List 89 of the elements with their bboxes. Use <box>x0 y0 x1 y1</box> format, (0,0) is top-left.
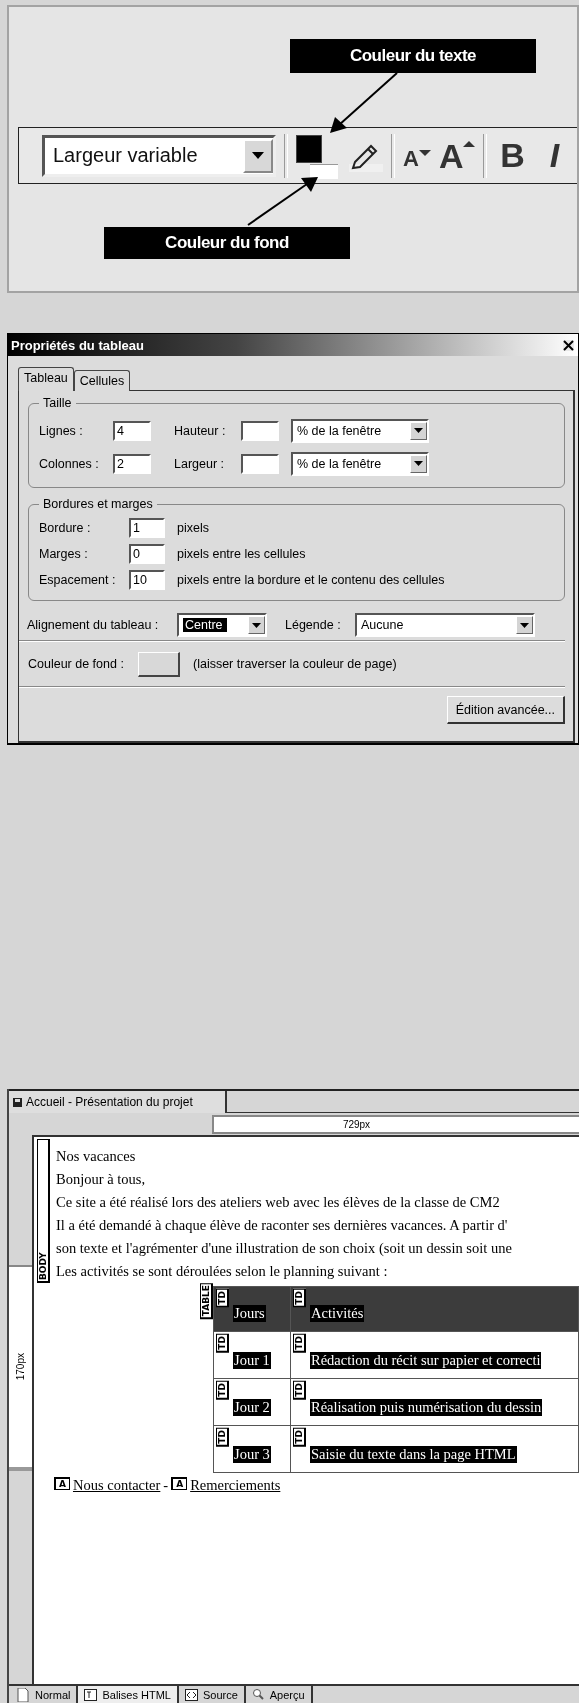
page-text: son texte et l'agrémenter d'une illustration de son choix (soit un dessin soit une <box>56 1239 512 1258</box>
field-label: Largeur : <box>174 456 225 471</box>
page-icon <box>17 1687 30 1702</box>
triangle-down-icon <box>418 149 431 156</box>
callout-label: Couleur du texte <box>290 39 536 73</box>
magnifier-icon <box>251 1687 265 1702</box>
field-label: Colonnes : <box>39 456 99 471</box>
input-field[interactable]: 2 <box>113 453 151 474</box>
italic-button[interactable]: I <box>537 136 572 175</box>
caret-icon <box>520 622 529 628</box>
input-field[interactable]: 0 <box>129 544 165 564</box>
page-text: Nos vacances <box>56 1147 137 1166</box>
tag-label[interactable]: TD <box>293 1334 306 1353</box>
input-field[interactable] <box>241 420 279 441</box>
document-tab[interactable]: Accueil - Présentation du projet <box>9 1091 227 1113</box>
text-color-swatch[interactable] <box>296 134 322 163</box>
tag-label[interactable]: A <box>54 1477 70 1490</box>
tab[interactable]: Cellules <box>73 370 131 391</box>
view-tab[interactable]: Balises HTML <box>78 1686 179 1703</box>
cell-text: Saisie du texte dans la page HTML <box>310 1446 517 1463</box>
triangle-up-icon <box>463 140 476 147</box>
caret-icon <box>252 152 264 159</box>
tag-label[interactable]: A <box>171 1477 188 1490</box>
page-text: Bonjour à tous, <box>56 1170 146 1189</box>
caret-icon <box>252 622 261 628</box>
link[interactable]: Remerciements <box>190 1477 281 1494</box>
width-ruler: 729px <box>212 1114 579 1134</box>
field-note: pixels entre la bordure et le contenu des cellules <box>177 573 445 587</box>
tag-label[interactable]: TD <box>216 1334 229 1353</box>
background-color-swatch[interactable] <box>310 163 338 179</box>
cell-text: Réalisation puis numérisation du dessin <box>310 1399 543 1416</box>
tag-label[interactable]: TD <box>216 1428 229 1447</box>
code-icon <box>184 1687 198 1702</box>
close-icon[interactable] <box>563 339 574 351</box>
group-title: Bordures et marges <box>42 497 154 511</box>
tag-label[interactable]: TD <box>216 1381 229 1400</box>
field-note: pixels entre les cellules <box>177 547 306 561</box>
input-field[interactable]: 10 <box>129 570 165 590</box>
dropdown[interactable]: Aucune <box>355 613 535 637</box>
field-label: Alignement du tableau : <box>27 618 159 632</box>
input-field[interactable] <box>241 453 279 474</box>
tab[interactable]: Tableau <box>18 367 74 391</box>
field-label: Légende : <box>285 618 341 632</box>
tag-label[interactable]: TD <box>216 1289 229 1308</box>
advanced-edit-button[interactable]: Édition avancée... <box>446 696 565 724</box>
field-label: Hauteur : <box>174 423 226 438</box>
tag-label[interactable]: BODY <box>37 1139 50 1283</box>
floppy-icon <box>13 1097 22 1107</box>
tag-label[interactable]: TD <box>293 1428 306 1447</box>
color-button[interactable] <box>138 651 180 677</box>
callout-label: Couleur du fond <box>104 227 350 259</box>
cell-text: Activités <box>310 1305 365 1322</box>
increase-font-size-button[interactable]: A <box>438 138 476 173</box>
height-ruler: 170px <box>9 1265 32 1471</box>
field-note: pixels <box>177 521 209 535</box>
field-label: Couleur de fond : <box>28 657 124 671</box>
cell-text: Jour 3 <box>233 1446 271 1463</box>
field-note: (laisser traverser la couleur de page) <box>193 657 397 671</box>
font-select[interactable]: Largeur variable <box>42 134 276 177</box>
field-label: Marges : <box>39 547 88 561</box>
caret-icon <box>414 428 423 433</box>
cell-text: Jour 2 <box>233 1399 271 1416</box>
input-field[interactable]: 1 <box>129 518 165 538</box>
field-label: Bordure : <box>39 521 91 535</box>
field-label: Lignes : <box>39 423 83 438</box>
dialog-title: Propriétés du tableau <box>11 337 144 353</box>
page-text: Ce site a été réalisé lors des ateliers web avec les élèves de la classe de CM2 <box>56 1193 501 1212</box>
dropdown[interactable]: Centre <box>177 613 267 637</box>
tag-label[interactable]: TD <box>293 1381 306 1400</box>
group-title: Taille <box>42 396 73 410</box>
dropdown[interactable]: % de la fenêtre <box>291 451 429 476</box>
cell-text: Jours <box>233 1305 266 1322</box>
bold-button[interactable]: B <box>495 136 530 175</box>
tag-label[interactable]: TD <box>293 1289 306 1308</box>
arrow <box>247 177 318 226</box>
page-text: Les activités se sont déroulées selon le planning suivant : <box>56 1262 389 1281</box>
decrease-font-size-button[interactable]: A <box>403 141 431 170</box>
field-label: Espacement : <box>39 573 116 587</box>
input-field[interactable]: 4 <box>113 420 151 441</box>
page-text: Il a été demandé à chaque élève de raconter ses dernières vacances. A partir d' <box>56 1216 509 1235</box>
tag-icon <box>84 1687 98 1702</box>
cell-text: Jour 1 <box>233 1352 271 1369</box>
caret-icon <box>414 461 423 466</box>
link[interactable]: Nous contacter <box>72 1477 161 1494</box>
separator-text: - <box>163 1477 169 1494</box>
arrow <box>330 72 398 133</box>
tag-label[interactable]: TABLE <box>200 1283 213 1320</box>
dropdown[interactable]: % de la fenêtre <box>291 418 429 443</box>
cell-text: Rédaction du récit sur papier et correcti <box>310 1352 542 1369</box>
